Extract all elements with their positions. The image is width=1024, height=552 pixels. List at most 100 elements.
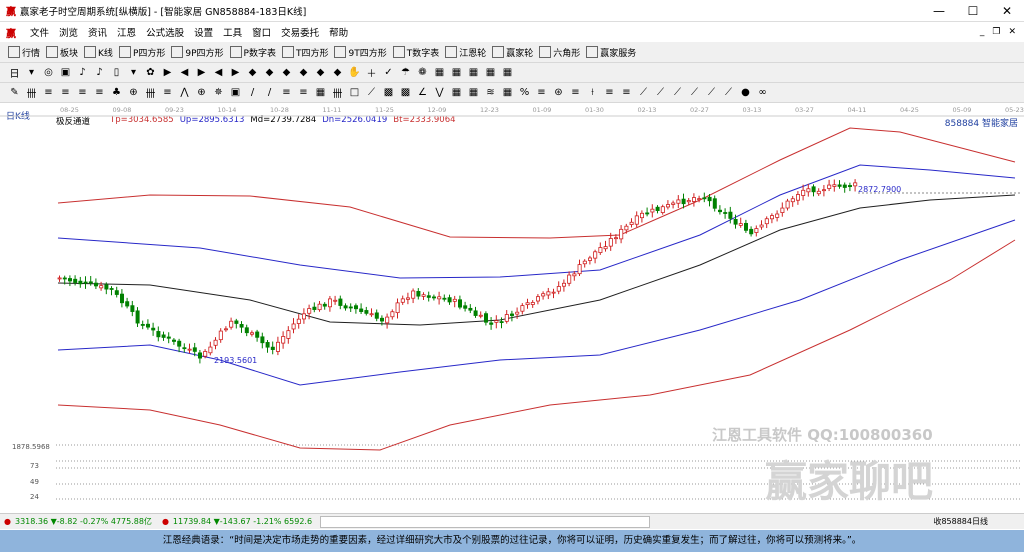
tool-icon[interactable]: ▩ (399, 87, 412, 98)
tool-icon[interactable]: ✋ (348, 67, 361, 78)
tool-icon[interactable]: ▦ (450, 67, 463, 78)
tool-icon[interactable]: ≡ (76, 87, 89, 98)
tool-icon[interactable]: ◆ (280, 67, 293, 78)
toolbar-button[interactable]: 江恩轮 (445, 46, 486, 59)
tool-icon[interactable]: ≡ (161, 87, 174, 98)
tool-icon[interactable]: ◆ (314, 67, 327, 78)
menu-item[interactable]: 江恩 (117, 25, 136, 39)
tool-icon[interactable]: 卌 (25, 85, 38, 100)
tool-icon[interactable]: ▦ (501, 67, 514, 78)
tool-icon[interactable]: / (263, 87, 276, 98)
tool-icon[interactable]: / (246, 87, 259, 98)
tool-icon[interactable]: ◆ (331, 67, 344, 78)
tool-icon[interactable]: ✎ (8, 87, 21, 98)
menu-item[interactable]: 浏览 (59, 25, 78, 39)
tool-icon[interactable]: ≡ (603, 87, 616, 98)
tool-icon[interactable]: ◀ (212, 67, 225, 78)
tool-icon[interactable]: ≡ (535, 87, 548, 98)
menu-item[interactable]: 文件 (30, 25, 49, 39)
tool-icon[interactable]: ≋ (484, 87, 497, 98)
tool-icon[interactable]: ∞ (756, 87, 769, 98)
menu-item[interactable]: 设置 (194, 25, 213, 39)
toolbar-button[interactable]: K线 (84, 46, 113, 59)
tool-icon[interactable]: ✿ (144, 67, 157, 78)
tool-icon[interactable]: ≡ (93, 87, 106, 98)
tool-icon[interactable]: ▣ (59, 67, 72, 78)
tool-icon[interactable]: ⟋ (654, 87, 667, 98)
tool-icon[interactable]: ≡ (280, 87, 293, 98)
tool-icon[interactable]: ▶ (229, 67, 242, 78)
period-select[interactable]: 日 (8, 65, 21, 80)
menu-item[interactable]: 公式选股 (146, 25, 184, 39)
tool-icon[interactable]: ◆ (297, 67, 310, 78)
tool-icon[interactable]: ♪ (76, 67, 89, 78)
toolbar-button[interactable]: 板块 (46, 46, 78, 59)
tool-icon[interactable]: ▶ (161, 67, 174, 78)
tool-icon[interactable]: ≡ (569, 87, 582, 98)
tool-icon[interactable]: ☂ (399, 67, 412, 78)
tool-icon[interactable]: ◎ (42, 67, 55, 78)
tool-icon[interactable]: ▣ (229, 87, 242, 98)
tool-icon[interactable]: ◆ (263, 67, 276, 78)
toolbar-button[interactable]: 9T四方形 (334, 46, 387, 59)
tool-icon[interactable]: ▦ (501, 87, 514, 98)
tool-icon[interactable]: ⊕ (195, 87, 208, 98)
tool-icon[interactable]: ⟋ (671, 87, 684, 98)
tool-icon[interactable]: ≡ (59, 87, 72, 98)
tool-icon[interactable]: ▦ (433, 67, 446, 78)
tool-icon[interactable]: ▦ (484, 67, 497, 78)
tool-icon[interactable]: ✵ (212, 87, 225, 98)
tool-icon[interactable]: ◀ (178, 67, 191, 78)
close-button[interactable]: ✕ (990, 4, 1024, 18)
tool-icon[interactable]: ♪ (93, 67, 106, 78)
tool-icon[interactable]: ⋁ (433, 87, 446, 98)
menu-item[interactable]: 窗口 (252, 25, 271, 39)
tool-icon[interactable]: ▩ (382, 87, 395, 98)
tool-icon[interactable]: ⟋ (722, 87, 735, 98)
tool-icon[interactable]: ⋀ (178, 87, 191, 98)
tool-icon[interactable]: ⊛ (552, 87, 565, 98)
tool-icon[interactable]: 卌 (144, 85, 157, 100)
tool-icon[interactable]: ▯ (110, 67, 123, 78)
toolbar-button[interactable]: T四方形 (281, 46, 328, 59)
menu-item[interactable]: 帮助 (329, 25, 348, 39)
tool-icon[interactable]: □ (348, 87, 361, 98)
toolbar-button[interactable]: 行情 (8, 46, 40, 59)
tool-icon[interactable]: ▾ (127, 67, 140, 78)
tool-icon[interactable]: ⟋ (688, 87, 701, 98)
minimize-button[interactable]: — (922, 4, 956, 18)
tool-icon[interactable]: ▦ (450, 87, 463, 98)
tool-icon[interactable]: ▦ (467, 87, 480, 98)
toolbar-button[interactable]: 9P四方形 (171, 46, 224, 59)
tool-icon[interactable]: ≡ (297, 87, 310, 98)
tool-icon[interactable]: ♣ (110, 87, 123, 98)
tool-icon[interactable]: 卌 (331, 85, 344, 100)
tool-icon[interactable]: % (518, 87, 531, 98)
tool-icon[interactable]: ⊕ (127, 87, 140, 98)
toolbar-button[interactable]: P四方形 (118, 46, 165, 59)
tool-icon[interactable]: ❁ (416, 67, 429, 78)
tool-icon[interactable]: ▦ (314, 87, 327, 98)
tool-icon[interactable]: ＋ (365, 65, 378, 80)
tool-icon[interactable]: ⟊ (586, 87, 599, 98)
toolbar-button[interactable]: 六角形 (539, 46, 580, 59)
menu-item[interactable]: 资讯 (88, 25, 107, 39)
mdi-button[interactable]: _ (980, 27, 985, 37)
tool-icon[interactable]: ✓ (382, 67, 395, 78)
tool-icon[interactable]: ∠ (416, 87, 429, 98)
toolbar-button[interactable]: 赢家轮 (492, 46, 533, 59)
tool-icon[interactable]: ⟋ (637, 87, 650, 98)
tool-icon[interactable]: ≡ (620, 87, 633, 98)
tool-icon[interactable]: ▦ (467, 67, 480, 78)
menu-item[interactable]: 交易委托 (281, 25, 319, 39)
toolbar-button[interactable]: T数字表 (392, 46, 439, 59)
menu-item[interactable]: 工具 (223, 25, 242, 39)
tool-icon[interactable]: ◆ (246, 67, 259, 78)
tool-icon[interactable]: ● (739, 87, 752, 98)
tool-icon[interactable]: ⟋ (365, 87, 378, 98)
tool-icon[interactable]: ▶ (195, 67, 208, 78)
horizontal-scrollbar[interactable] (320, 515, 651, 528)
mdi-button[interactable]: ✕ (1008, 27, 1016, 37)
tool-icon[interactable]: ≡ (42, 87, 55, 98)
toolbar-button[interactable]: P数字表 (229, 46, 276, 59)
